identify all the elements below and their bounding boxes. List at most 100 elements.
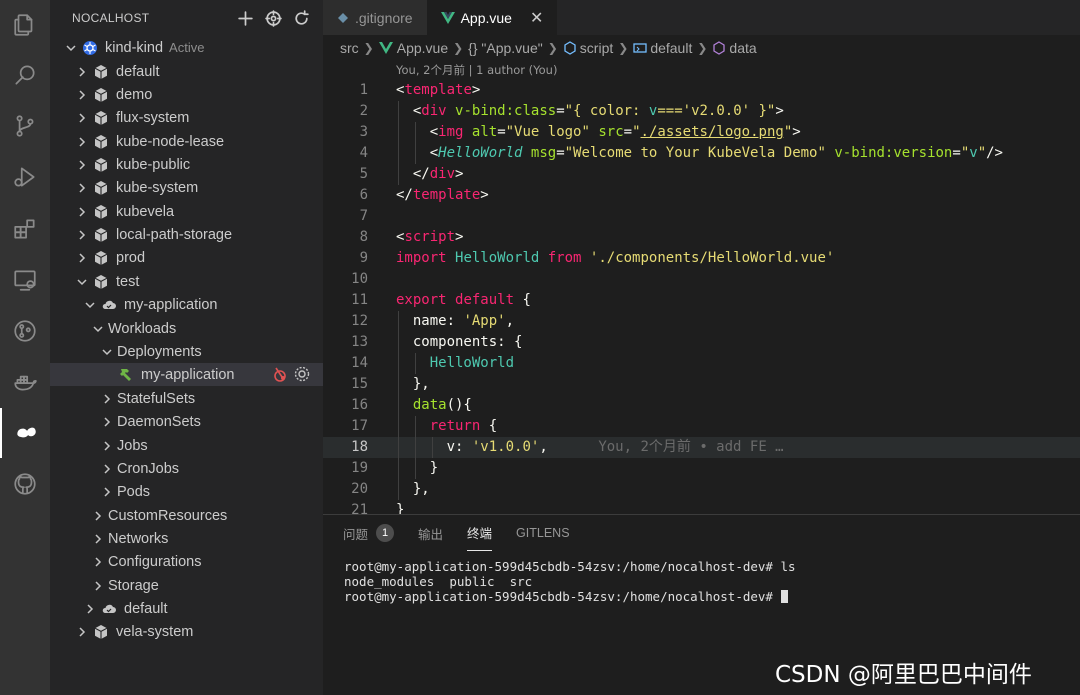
tab-label: .gitignore: [355, 9, 413, 26]
cluster-row[interactable]: kind-kind Active: [50, 36, 323, 59]
tab-output[interactable]: 输出: [418, 515, 443, 551]
chevron-right-icon[interactable]: [75, 135, 89, 149]
code-line: 9 import HelloWorld from './components/He…: [323, 248, 1080, 269]
tree-item-label: test: [116, 273, 140, 290]
tab-terminal[interactable]: 终端: [467, 515, 493, 551]
tab-app-vue[interactable]: App.vue ✕: [426, 0, 558, 35]
tree-item[interactable]: StatefulSets: [50, 387, 323, 410]
breadcrumb-default[interactable]: default: [633, 40, 692, 56]
chevron-right-icon: ❯: [363, 41, 374, 55]
tree-item[interactable]: flux-system: [50, 106, 323, 129]
refresh-icon[interactable]: [287, 0, 315, 36]
tree-item[interactable]: kube-node-lease: [50, 130, 323, 153]
code-editor[interactable]: 1 <template> 2 <div v-bind:class="{ color…: [323, 80, 1080, 514]
chevron-right-icon[interactable]: [75, 65, 89, 79]
breadcrumb-src[interactable]: src: [340, 40, 359, 56]
tree-item-label: prod: [116, 249, 146, 266]
codelens-blame[interactable]: You, 2个月前 | 1 author (You): [396, 62, 557, 78]
code-line: 6 </template>: [323, 185, 1080, 206]
chevron-right-icon[interactable]: [100, 415, 114, 429]
tree-item[interactable]: DaemonSets: [50, 410, 323, 433]
breadcrumb-data[interactable]: data: [712, 40, 757, 56]
source-control-icon[interactable]: [0, 101, 50, 151]
breadcrumb-file[interactable]: App.vue: [378, 40, 448, 56]
chevron-right-icon[interactable]: [91, 555, 105, 569]
namespace-cube-icon: [94, 64, 108, 79]
tree-item[interactable]: Networks: [50, 527, 323, 550]
tree-item[interactable]: Workloads: [50, 317, 323, 340]
target-icon[interactable]: [259, 0, 287, 36]
nocalhost-icon[interactable]: [0, 408, 50, 458]
tree-item[interactable]: Jobs: [50, 434, 323, 457]
chevron-right-icon[interactable]: [75, 88, 89, 102]
explorer-icon[interactable]: [0, 0, 50, 50]
breadcrumb: src ❯ App.vue ❯ {} "App.vue" ❯ script ❯ …: [323, 35, 1080, 61]
chevron-right-icon[interactable]: [100, 439, 114, 453]
code-line: 14 HelloWorld: [323, 353, 1080, 374]
tree-item[interactable]: default: [50, 60, 323, 83]
chevron-down-icon[interactable]: [83, 298, 97, 312]
tree-item[interactable]: test: [50, 270, 323, 293]
github-icon[interactable]: [0, 459, 50, 509]
code-line: 5 </div>: [323, 164, 1080, 185]
tree-item[interactable]: Pods: [50, 480, 323, 503]
line-number: 5: [359, 166, 368, 182]
tree-item[interactable]: default: [50, 597, 323, 620]
tab-problems[interactable]: 问题 1: [343, 515, 395, 551]
remote-explorer-icon[interactable]: [0, 255, 50, 305]
code-line: 8 <script>: [323, 227, 1080, 248]
chevron-right-icon[interactable]: [75, 111, 89, 125]
chevron-right-icon[interactable]: [91, 532, 105, 546]
close-icon[interactable]: ✕: [530, 8, 543, 28]
tree-item[interactable]: Deployments: [50, 340, 323, 363]
chevron-right-icon[interactable]: [91, 579, 105, 593]
chevron-right-icon: ❯: [697, 41, 708, 55]
line-number: 21: [351, 502, 368, 514]
run-debug-icon[interactable]: [0, 152, 50, 202]
tree-item[interactable]: demo: [50, 83, 323, 106]
tab-gitignore[interactable]: .gitignore: [323, 0, 427, 35]
chevron-right-icon[interactable]: [100, 462, 114, 476]
plus-icon[interactable]: [231, 0, 259, 36]
tree-item[interactable]: my-application: [50, 363, 323, 386]
terminal[interactable]: root@my-application-599d45cbdb-54zsv:/ho…: [344, 559, 796, 604]
chevron-right-icon: ❯: [618, 41, 629, 55]
tree-item[interactable]: CronJobs: [50, 457, 323, 480]
extensions-icon[interactable]: [0, 204, 50, 254]
chevron-right-icon[interactable]: [100, 485, 114, 499]
chevron-right-icon[interactable]: [75, 181, 89, 195]
chevron-right-icon[interactable]: [75, 228, 89, 242]
breadcrumb-script[interactable]: script: [563, 40, 613, 56]
chevron-down-icon[interactable]: [100, 345, 114, 359]
tree-item[interactable]: kube-system: [50, 176, 323, 199]
tree-item[interactable]: kube-public: [50, 153, 323, 176]
line-number: 19: [351, 460, 368, 476]
chevron-right-icon[interactable]: [91, 509, 105, 523]
tab-gitlens[interactable]: GITLENS: [516, 515, 570, 551]
chevron-right-icon[interactable]: [100, 392, 114, 406]
end-dev-mode-icon[interactable]: [271, 365, 289, 383]
code-line: 20 },: [323, 479, 1080, 500]
tree-item[interactable]: vela-system: [50, 620, 323, 643]
gear-icon[interactable]: [293, 365, 311, 383]
tree-item[interactable]: my-application: [50, 293, 323, 316]
tree-item[interactable]: prod: [50, 246, 323, 269]
docker-icon[interactable]: [0, 357, 50, 407]
tree-item[interactable]: kubevela: [50, 200, 323, 223]
search-icon[interactable]: [0, 50, 50, 100]
tree-item-label: Storage: [108, 577, 159, 594]
breadcrumb-module[interactable]: {} "App.vue": [468, 40, 543, 56]
chevron-down-icon[interactable]: [75, 275, 89, 289]
chevron-right-icon[interactable]: [75, 625, 89, 639]
git-graph-icon[interactable]: [0, 306, 50, 356]
tree-item[interactable]: local-path-storage: [50, 223, 323, 246]
chevron-right-icon[interactable]: [83, 602, 97, 616]
tree-item[interactable]: Configurations: [50, 550, 323, 573]
tree-item[interactable]: CustomResources: [50, 504, 323, 527]
chevron-right-icon[interactable]: [75, 251, 89, 265]
tree-item[interactable]: Storage: [50, 574, 323, 597]
chevron-right-icon[interactable]: [75, 158, 89, 172]
chevron-right-icon[interactable]: [75, 205, 89, 219]
chevron-down-icon[interactable]: [64, 41, 78, 55]
chevron-down-icon[interactable]: [91, 322, 105, 336]
